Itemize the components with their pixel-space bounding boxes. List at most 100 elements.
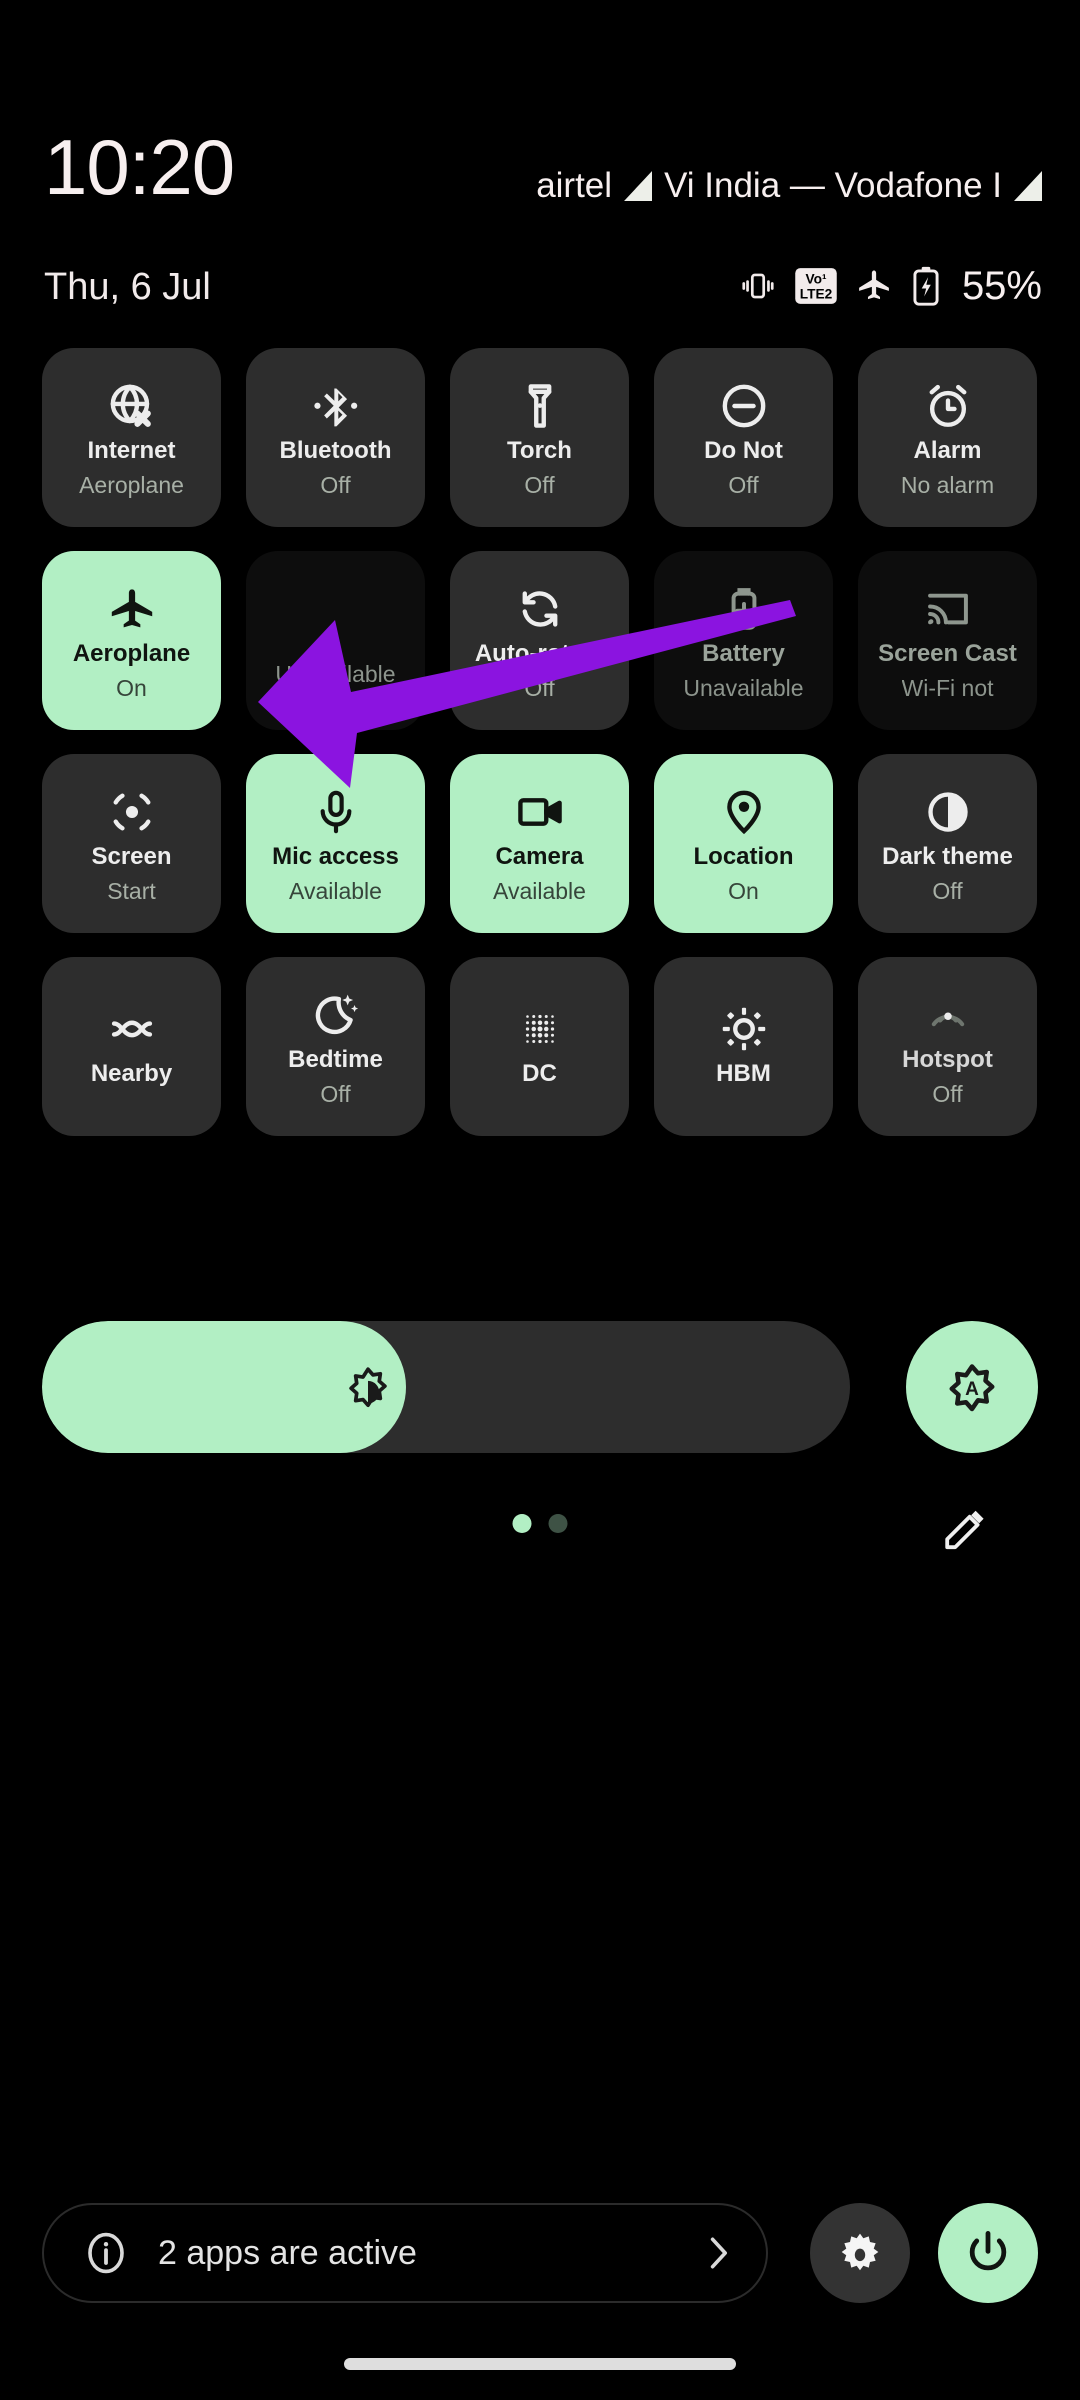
edit-pencil-icon bbox=[945, 1510, 984, 1550]
tile-location[interactable]: Location On bbox=[654, 754, 833, 933]
screen-cast-icon bbox=[923, 581, 973, 637]
status-bar: 10:20 airtel Vi India — Vodafone I Thu, … bbox=[0, 0, 1080, 330]
tile-sublabel: Off bbox=[320, 471, 351, 498]
brightness-slider[interactable] bbox=[42, 1321, 850, 1453]
chevron-right-icon bbox=[710, 2237, 727, 2269]
pager-row bbox=[0, 1506, 1080, 1552]
do-not-disturb-icon bbox=[719, 378, 769, 434]
volte-top-text: Vo¹ bbox=[805, 272, 827, 287]
tile-do-not-disturb[interactable]: Do Not Off bbox=[654, 348, 833, 527]
tile-label: DC bbox=[522, 1060, 557, 1087]
brightness-icon bbox=[342, 1361, 394, 1413]
microphone-icon bbox=[311, 784, 361, 840]
camera-video-icon bbox=[515, 784, 565, 840]
bluetooth-icon bbox=[311, 378, 361, 434]
tile-sublabel: Wi-Fi not bbox=[901, 674, 994, 701]
tile-label: Camera bbox=[495, 843, 584, 870]
tile-label: Screen bbox=[91, 843, 172, 870]
clock: 10:20 bbox=[44, 123, 235, 211]
tile-bluetooth[interactable]: Bluetooth Off bbox=[246, 348, 425, 527]
tile-auto-rotate[interactable]: Auto-rotate Off bbox=[450, 551, 629, 730]
tile-label: Battery bbox=[702, 640, 785, 667]
tile-sublabel: Unavailable bbox=[683, 674, 804, 701]
tile-dark-theme[interactable]: Dark theme Off bbox=[858, 754, 1037, 933]
tile-dc-dimming[interactable]: DC bbox=[450, 957, 629, 1136]
power-icon bbox=[969, 2231, 1007, 2271]
auto-rotate-icon bbox=[515, 581, 565, 637]
tile-label: Mic access bbox=[272, 843, 399, 870]
tile-sublabel: Unavailable bbox=[275, 661, 396, 688]
screen-record-icon bbox=[107, 784, 157, 840]
tile-alarm[interactable]: Alarm No alarm bbox=[858, 348, 1037, 527]
tile-unavailable: Unavailable bbox=[246, 551, 425, 730]
tile-camera[interactable]: Camera Available bbox=[450, 754, 629, 933]
tile-aeroplane[interactable]: Aeroplane On bbox=[42, 551, 221, 730]
system-icons: Vo¹ LTE2 55% bbox=[739, 262, 1042, 310]
tile-sublabel: Off bbox=[728, 471, 759, 498]
dark-theme-icon bbox=[923, 784, 973, 840]
tile-screen-cast: Screen Cast Wi-Fi not bbox=[858, 551, 1037, 730]
tile-label: Bluetooth bbox=[279, 437, 392, 464]
tile-label: Do Not bbox=[704, 437, 783, 464]
signal-bars-icon-2 bbox=[1014, 171, 1042, 201]
tile-sublabel: Off bbox=[932, 1080, 963, 1107]
active-apps-chip[interactable]: 2 apps are active bbox=[42, 2203, 768, 2303]
tile-bedtime[interactable]: Bedtime Off bbox=[246, 957, 425, 1136]
quick-settings-panel: 10:20 airtel Vi India — Vodafone I Thu, … bbox=[0, 0, 1080, 2400]
tile-label: Auto-rotate bbox=[474, 640, 605, 667]
page-dot-2[interactable] bbox=[548, 1514, 568, 1533]
tile-sublabel: Off bbox=[524, 471, 555, 498]
auto-brightness-icon: A bbox=[949, 1364, 995, 1412]
bedtime-moon-icon bbox=[311, 987, 361, 1043]
tile-sublabel: No alarm bbox=[900, 471, 995, 498]
tile-label: Alarm bbox=[913, 437, 982, 464]
carrier-label: airtel Vi India — Vodafone I bbox=[536, 166, 1042, 206]
bottom-bar: 2 apps are active bbox=[42, 2203, 1038, 2303]
nearby-share-icon bbox=[107, 1001, 157, 1057]
tile-screen-record[interactable]: Screen Start bbox=[42, 754, 221, 933]
battery-saver-icon bbox=[719, 581, 769, 637]
volte-icon: Vo¹ LTE2 bbox=[795, 268, 837, 304]
active-apps-label: 2 apps are active bbox=[158, 2233, 417, 2272]
power-button[interactable] bbox=[938, 2203, 1038, 2303]
edit-tiles-button[interactable] bbox=[940, 1506, 988, 1554]
auto-brightness-button[interactable]: A bbox=[906, 1321, 1038, 1453]
gear-icon bbox=[841, 2233, 879, 2271]
battery-percent-label: 55% bbox=[961, 263, 1042, 308]
dc-dimming-icon bbox=[515, 1001, 565, 1057]
tile-hbm[interactable]: HBM bbox=[654, 957, 833, 1136]
tile-battery-saver: Battery Unavailable bbox=[654, 551, 833, 730]
tile-sublabel: Off bbox=[524, 674, 555, 701]
tile-sublabel: Off bbox=[932, 877, 963, 904]
flashlight-icon bbox=[515, 378, 565, 434]
info-icon bbox=[88, 2232, 124, 2274]
tile-label: HBM bbox=[716, 1060, 771, 1087]
airplane-mode-icon bbox=[859, 270, 889, 300]
navigation-handle[interactable] bbox=[344, 2358, 736, 2370]
globe-off-icon bbox=[107, 378, 157, 434]
tile-sublabel: Available bbox=[493, 877, 586, 904]
tile-label: Hotspot bbox=[902, 1046, 993, 1073]
settings-button[interactable] bbox=[810, 2203, 910, 2303]
tile-sublabel: On bbox=[728, 877, 759, 904]
page-indicator-dots bbox=[512, 1514, 568, 1533]
tile-label: Aeroplane bbox=[72, 640, 191, 667]
tile-sublabel: On bbox=[116, 674, 147, 701]
tile-sublabel: Off bbox=[320, 1080, 351, 1107]
tile-hotspot[interactable]: Hotspot Off bbox=[858, 957, 1037, 1136]
quick-settings-tile-grid: Internet Aeroplane Bluetooth Off Torch O… bbox=[42, 348, 1038, 1136]
tile-label: Screen Cast bbox=[878, 640, 1017, 667]
tile-mic-access[interactable]: Mic access Available bbox=[246, 754, 425, 933]
brightness-sun-icon bbox=[719, 1001, 769, 1057]
tile-torch[interactable]: Torch Off bbox=[450, 348, 629, 527]
airplane-icon bbox=[107, 581, 157, 637]
battery-charging-icon bbox=[913, 266, 939, 306]
tile-internet[interactable]: Internet Aeroplane bbox=[42, 348, 221, 527]
tile-label: Nearby bbox=[90, 1060, 173, 1087]
tile-label: Bedtime bbox=[288, 1046, 383, 1073]
svg-text:A: A bbox=[965, 1379, 979, 1400]
tile-label: Location bbox=[693, 843, 794, 870]
tile-nearby[interactable]: Nearby bbox=[42, 957, 221, 1136]
page-dot-1[interactable] bbox=[512, 1514, 532, 1533]
tile-label: Internet bbox=[87, 437, 176, 464]
